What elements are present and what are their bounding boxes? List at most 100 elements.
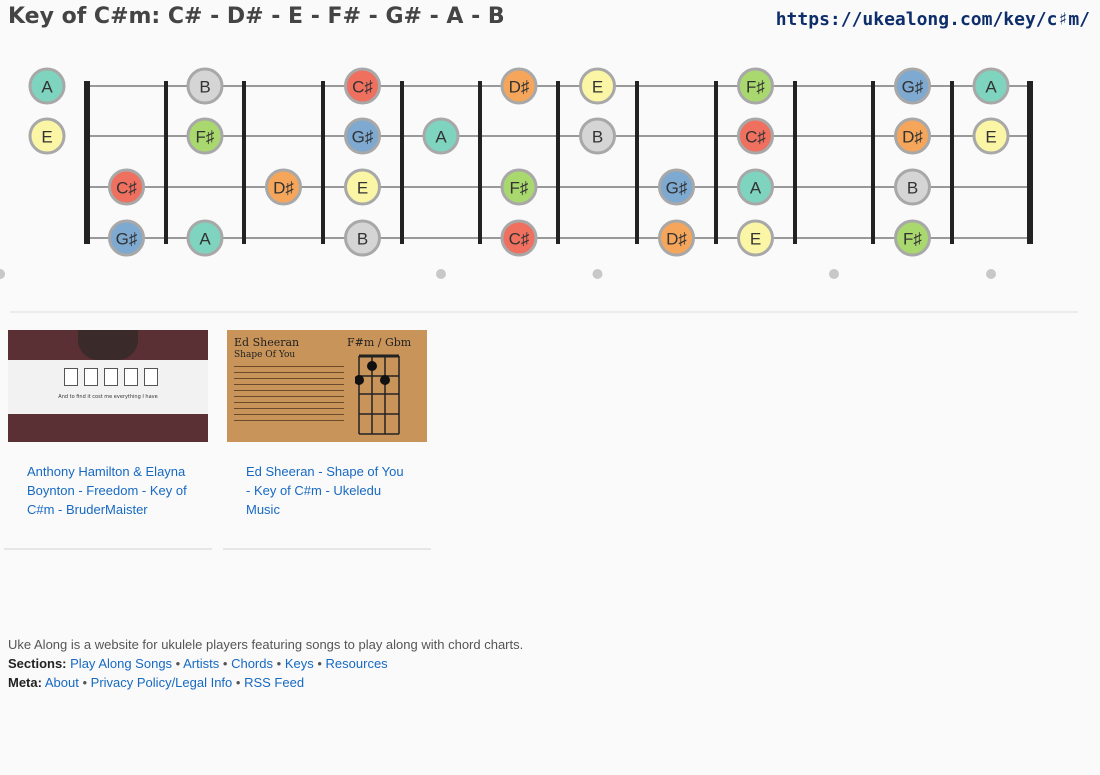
note-label: G♯ bbox=[666, 179, 688, 198]
note-marker: E bbox=[28, 117, 66, 155]
note-label: D♯ bbox=[666, 230, 687, 249]
footer-sections: Sections: Play Along Songs • Artists • C… bbox=[8, 654, 523, 673]
footer-meta-label: Meta: bbox=[8, 675, 42, 690]
video-thumbnail[interactable]: And to find it cost me everything I have bbox=[8, 330, 208, 442]
footer: Uke Along is a website for ukulele playe… bbox=[8, 635, 523, 692]
note-marker: B bbox=[579, 117, 616, 155]
note-marker: D♯ bbox=[500, 67, 538, 105]
note-marker: D♯ bbox=[894, 117, 931, 155]
video-thumbnail[interactable]: Ed Sheeran F#m / Gbm Shape Of You bbox=[227, 330, 427, 442]
note-marker: A bbox=[186, 219, 224, 257]
note-label: D♯ bbox=[509, 78, 530, 97]
note-marker: D♯ bbox=[658, 219, 695, 257]
page-url-link[interactable]: https://ukealong.com/key/c♯m/ bbox=[776, 9, 1090, 30]
footer-link-resources[interactable]: Resources bbox=[326, 656, 388, 671]
note-marker: E bbox=[972, 117, 1010, 155]
note-marker: C♯ bbox=[344, 67, 381, 105]
footer-link-rss[interactable]: RSS Feed bbox=[244, 675, 304, 690]
note-marker: F♯ bbox=[186, 117, 224, 155]
note-label: G♯ bbox=[116, 230, 138, 249]
footer-separator: • bbox=[175, 656, 181, 671]
video-card[interactable]: Ed Sheeran F#m / Gbm Shape Of You Ed She… bbox=[227, 330, 427, 519]
section-divider bbox=[10, 311, 1078, 313]
note-label: A bbox=[750, 179, 762, 198]
card-divider bbox=[4, 548, 212, 550]
note-label: E bbox=[41, 128, 52, 147]
note-marker: E bbox=[344, 168, 381, 206]
fretboard-diagram: A B C♯ D♯ E F♯ G♯ A E F♯ G♯ A B C♯ D♯ E C♯ D♯ E F♯ G♯ A B G♯ A B C… bbox=[0, 67, 1033, 279]
footer-separator: • bbox=[276, 656, 282, 671]
note-label: G♯ bbox=[902, 78, 924, 97]
video-title-link[interactable]: Anthony Hamilton & Elayna Boynton - Free… bbox=[27, 462, 188, 519]
note-label: B bbox=[199, 78, 210, 97]
note-marker: F♯ bbox=[737, 67, 774, 105]
footer-link-artists[interactable]: Artists bbox=[183, 656, 219, 671]
video-card[interactable]: And to find it cost me everything I have… bbox=[8, 330, 208, 519]
thumbnail-artist: Ed Sheeran bbox=[234, 336, 300, 349]
video-title-link[interactable]: Ed Sheeran - Shape of You - Key of C#m -… bbox=[246, 462, 407, 519]
note-label: B bbox=[907, 179, 918, 198]
note-label: E bbox=[592, 78, 603, 97]
note-marker: A bbox=[737, 168, 774, 206]
note-label: D♯ bbox=[273, 179, 294, 198]
note-marker: E bbox=[579, 67, 616, 105]
note-marker: A bbox=[972, 67, 1010, 105]
note-label: A bbox=[41, 78, 53, 97]
footer-about: Uke Along is a website for ukulele playe… bbox=[8, 637, 524, 652]
footer-separator: • bbox=[222, 656, 228, 671]
note-label: E bbox=[985, 128, 996, 147]
chord-diagram-icon bbox=[355, 354, 400, 435]
footer-link-about[interactable]: About bbox=[45, 675, 79, 690]
note-label: B bbox=[357, 230, 368, 249]
footer-link-keys[interactable]: Keys bbox=[285, 656, 314, 671]
note-label: D♯ bbox=[902, 128, 923, 147]
note-label: F♯ bbox=[903, 230, 922, 249]
footer-separator: • bbox=[235, 675, 241, 690]
note-marker: G♯ bbox=[658, 168, 695, 206]
fret-marker-dot bbox=[829, 269, 839, 279]
note-label: G♯ bbox=[352, 128, 374, 147]
footer-separator: • bbox=[82, 675, 88, 690]
note-label: A bbox=[435, 128, 447, 147]
note-marker: G♯ bbox=[108, 219, 145, 257]
note-label: F♯ bbox=[196, 128, 215, 147]
note-label: E bbox=[357, 179, 368, 198]
footer-link-chords[interactable]: Chords bbox=[231, 656, 273, 671]
note-marker: D♯ bbox=[265, 168, 302, 206]
note-marker: G♯ bbox=[894, 67, 931, 105]
note-label: E bbox=[750, 230, 761, 249]
note-marker: E bbox=[737, 219, 774, 257]
page-title: Key of C#m: C# - D# - E - F# - G# - A - … bbox=[8, 4, 505, 29]
note-marker: A bbox=[28, 67, 66, 105]
note-label: C♯ bbox=[116, 179, 137, 198]
footer-link-play-along-songs[interactable]: Play Along Songs bbox=[70, 656, 172, 671]
thumbnail-caption: And to find it cost me everything I have bbox=[58, 394, 158, 400]
footer-sections-label: Sections: bbox=[8, 656, 67, 671]
note-label: C♯ bbox=[509, 230, 530, 249]
footer-separator: • bbox=[317, 656, 322, 671]
fret-marker-dot bbox=[986, 269, 996, 279]
fret-marker-dot bbox=[436, 269, 446, 279]
note-marker: G♯ bbox=[344, 117, 381, 155]
thumbnail-song: Shape Of You bbox=[234, 350, 296, 360]
fret-marker-dot bbox=[592, 269, 603, 279]
note-marker: B bbox=[344, 219, 381, 257]
note-label: A bbox=[199, 230, 211, 249]
note-marker: B bbox=[894, 168, 931, 206]
card-divider bbox=[223, 548, 431, 550]
note-label: C♯ bbox=[745, 128, 766, 147]
note-label: C♯ bbox=[352, 78, 373, 97]
note-marker: A bbox=[422, 117, 460, 155]
footer-meta: Meta: About • Privacy Policy/Legal Info … bbox=[8, 673, 523, 692]
note-marker: F♯ bbox=[500, 168, 538, 206]
note-label: A bbox=[985, 78, 997, 97]
note-label: B bbox=[592, 128, 603, 147]
note-label: F♯ bbox=[746, 78, 765, 97]
note-marker: F♯ bbox=[894, 219, 931, 257]
footer-link-privacy[interactable]: Privacy Policy/Legal Info bbox=[91, 675, 233, 690]
note-label: F♯ bbox=[510, 179, 529, 198]
note-marker: C♯ bbox=[108, 168, 145, 206]
note-marker: C♯ bbox=[737, 117, 774, 155]
fret-marker-dot bbox=[0, 269, 5, 279]
note-marker: B bbox=[186, 67, 224, 105]
